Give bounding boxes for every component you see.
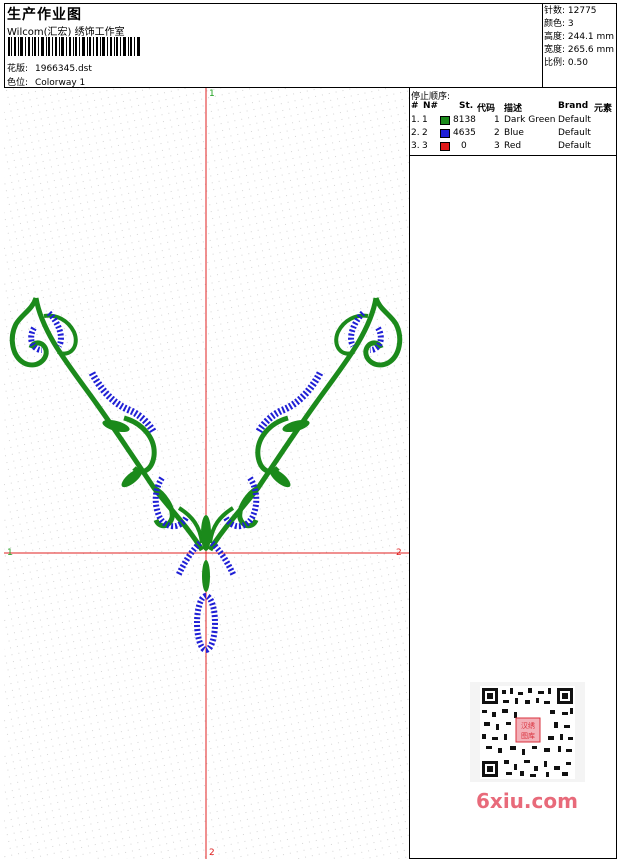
row-index: 2. [411,128,420,138]
seal-text-top: 汉绣 [521,721,535,730]
stats-panel: 针数: 12775 颜色: 3 高度: 244.1 mm 宽度: 265.6 m… [542,3,617,88]
center-leaf-bottom [202,560,210,592]
stitch-count: 针数: 12775 [544,6,597,16]
color-count: 颜色: 3 [544,19,574,29]
col-code: 代码 [477,104,496,114]
row-stitches: 0 [461,141,467,151]
barcode [8,37,140,56]
color-swatch [440,142,450,151]
axis-top-label: 1 [209,89,215,99]
row-needle: 2 [422,128,428,138]
color-swatch [440,129,450,138]
colorway-label: 色位: [7,78,29,88]
colorway-line: 色位: Colorway 1 [7,75,85,88]
col-needle: N# [423,101,439,111]
row-stitches: 8138 [453,115,476,125]
design-scale: 比例: 0.50 [544,58,588,68]
col-brand: Brand [558,101,589,111]
design-preview [4,88,410,859]
watermark-text: 6xiu.com [476,789,578,813]
col-hash: # [411,101,419,111]
row-description: Red [504,141,522,151]
company-name: Wilcom(汇宏) 绣饰工作室 [7,27,125,38]
row-code: 1 [494,115,500,125]
legend-row: 1. 1 8138 1 Dark Green Default [410,115,617,127]
row-code: 3 [494,141,500,151]
row-index: 1. [411,115,420,125]
row-brand: Default [558,141,591,151]
col-element: 元素 [594,104,613,114]
row-needle: 1 [422,115,428,125]
legend-row: 3. 3 0 3 Red Default [410,141,617,153]
design-file-value: 1966345.dst [35,64,92,74]
row-stitches: 4635 [453,128,476,138]
row-needle: 3 [422,141,428,151]
row-brand: Default [558,115,591,125]
row-index: 3. [411,141,420,151]
design-width: 宽度: 265.6 mm [544,45,615,55]
row-brand: Default [558,128,591,138]
axis-right-label: 2 [396,548,402,558]
color-sequence-panel: 停止顺序: # N# St. 代码 描述 Brand 元素 1. 1 8138 … [410,88,617,156]
axis-left-label: 1 [7,548,13,558]
color-swatch [440,116,450,125]
center-leaf-top [201,515,211,551]
axis-bottom-label: 2 [209,848,215,858]
embroidery-canvas [4,88,409,859]
qr-code[interactable]: 汉绣 图库 [470,682,585,782]
design-file-line: 花版: 1966345.dst [7,61,92,74]
page-title: 生产作业图 [7,7,82,23]
colorway-value: Colorway 1 [35,78,86,88]
seal-text-bottom: 图库 [521,731,535,740]
legend-header-row: # N# St. 代码 描述 Brand 元素 [410,101,617,114]
col-stitches: St. [459,101,474,111]
design-label: 花版: [7,64,29,74]
row-code: 2 [494,128,500,138]
design-height: 高度: 244.1 mm [544,32,615,42]
legend-row: 2. 2 4635 2 Blue Default [410,128,617,140]
col-description: 描述 [504,104,523,114]
row-description: Blue [504,128,524,138]
row-description: Dark Green [504,115,556,125]
